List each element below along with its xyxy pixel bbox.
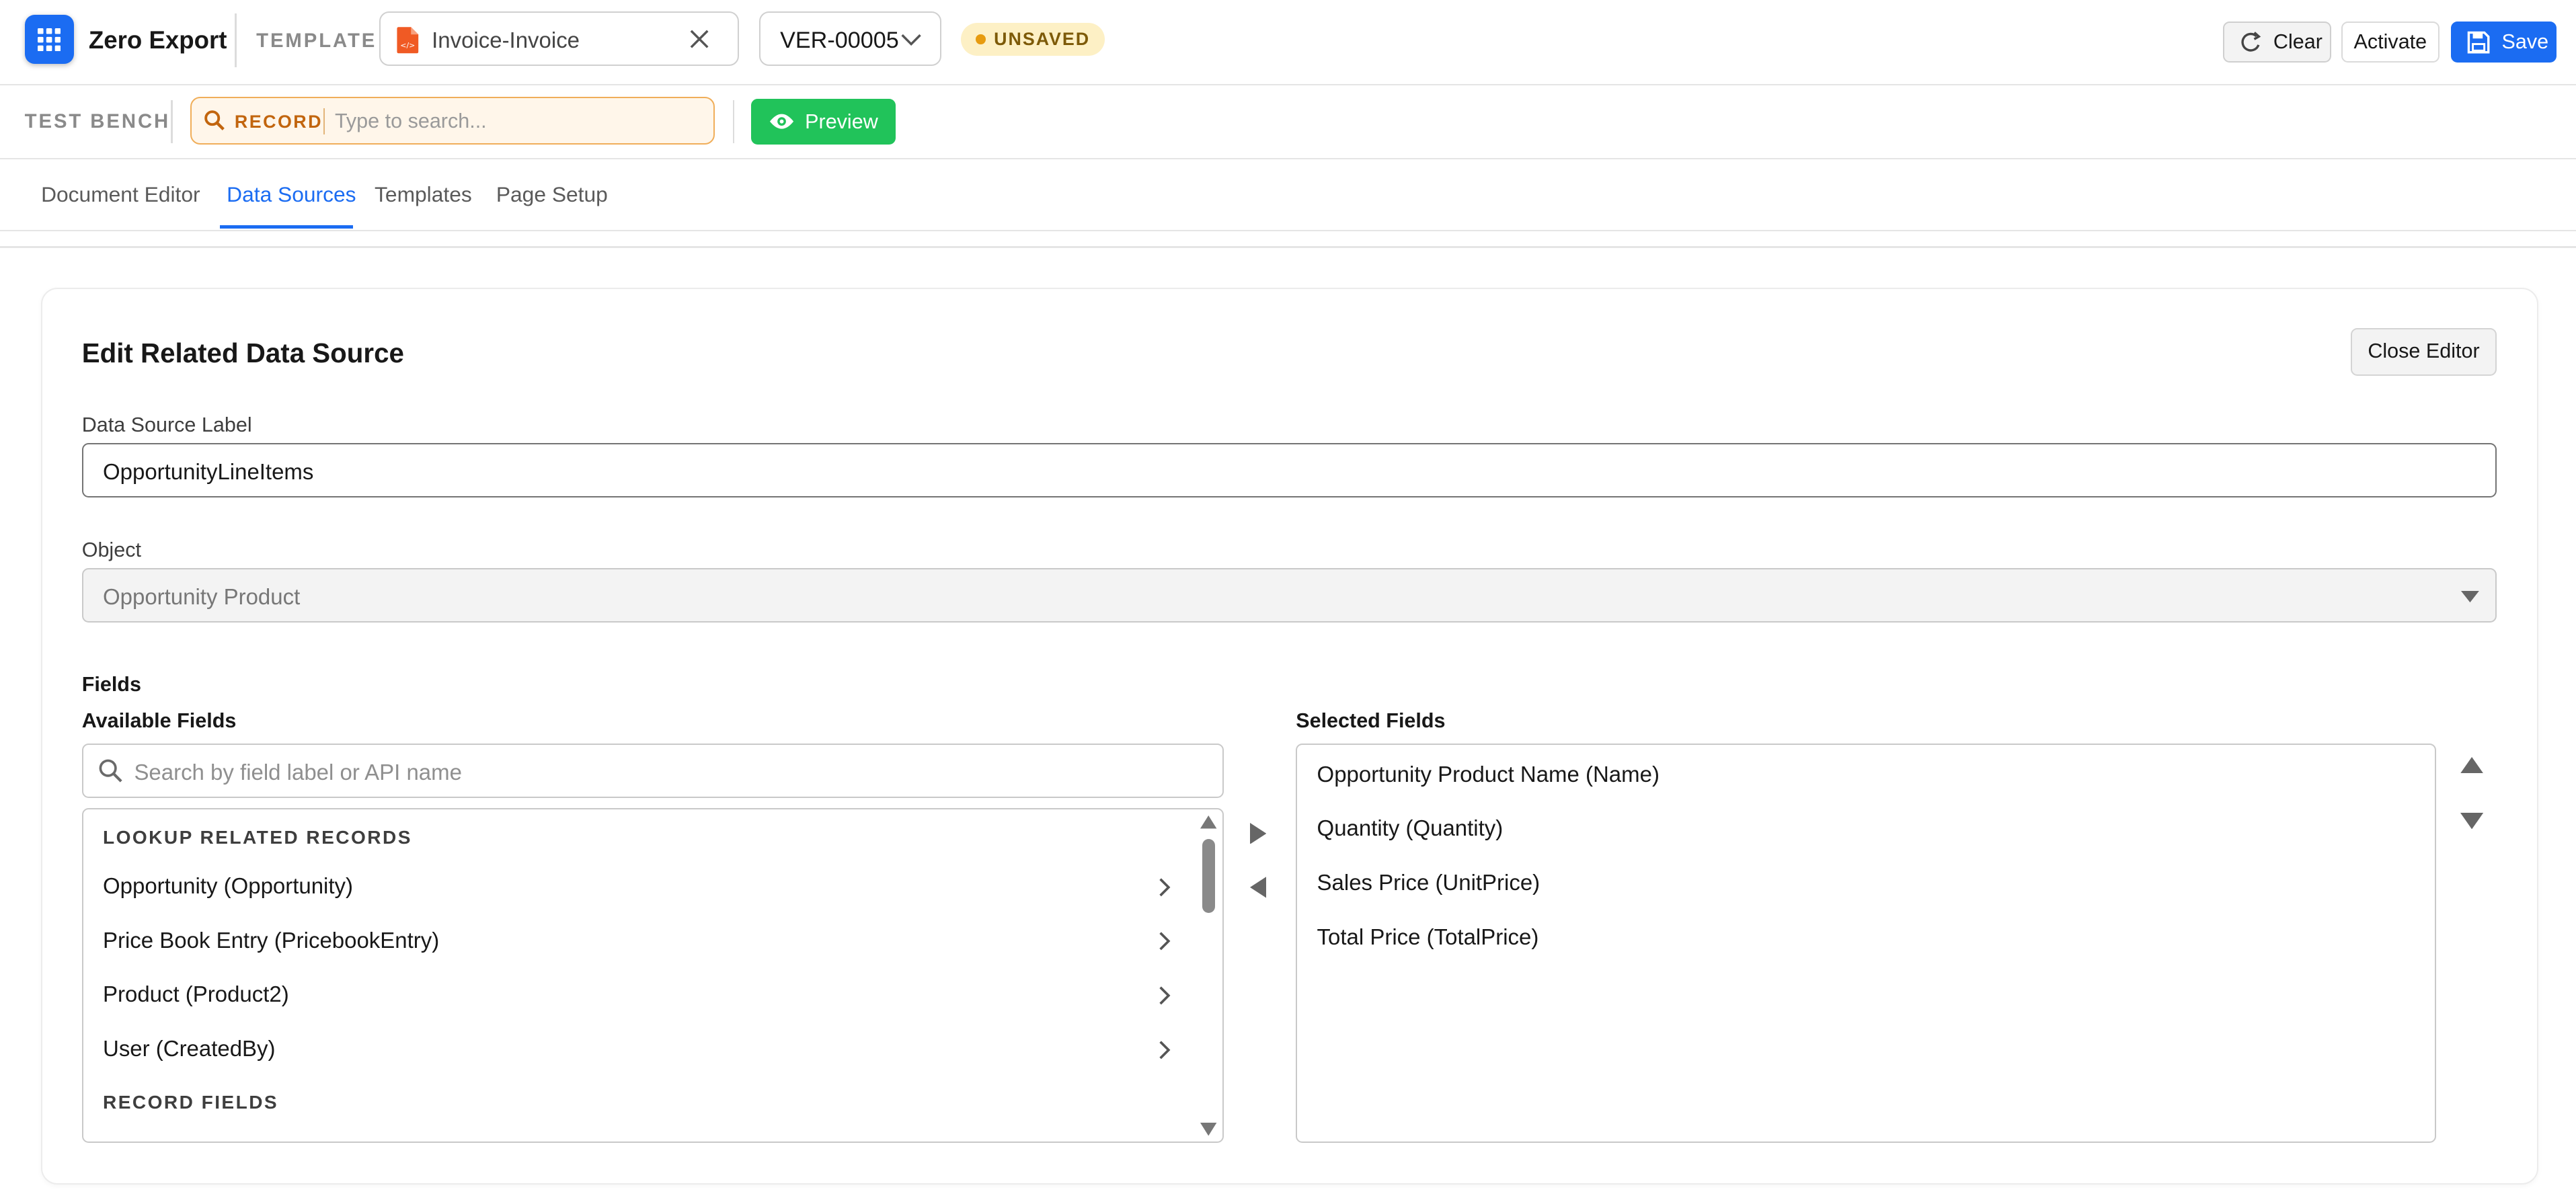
divider [235,13,237,68]
test-bench-bar: TEST BENCH RECORD Type to search... Prev… [0,85,2576,159]
divider [0,246,2576,248]
divider [732,100,735,143]
clear-button[interactable]: Clear [2222,21,2331,63]
close-editor-button[interactable]: Close Editor [2350,328,2497,376]
scrollbar-thumb[interactable] [1202,838,1216,913]
refresh-icon [2241,32,2261,52]
clear-label: Clear [2273,30,2323,53]
list-item[interactable]: Total Price (TotalPrice) [1317,924,1539,950]
app-name: Zero Export [88,26,227,54]
top-bar: Zero Export TEMPLATE </> Invoice-Invoice… [0,0,2576,85]
close-icon[interactable] [688,28,711,50]
activate-button[interactable]: Activate [2341,21,2440,63]
list-item[interactable]: Product (Product2) [103,982,289,1007]
tab-templates[interactable]: Templates [375,182,472,207]
chevron-right-icon[interactable] [1158,930,1171,952]
section-lookup-related-records: LOOKUP RELATED RECORDS [103,827,412,848]
data-source-label-input[interactable]: OpportunityLineItems [81,443,2497,497]
version-label: VER-00005 [780,28,899,54]
field-search-placeholder: Search by field label or API name [134,760,462,785]
move-down-icon[interactable] [2460,812,2484,830]
chevron-right-icon[interactable] [1158,1039,1171,1061]
object-label: Object [81,538,141,561]
list-item[interactable]: Opportunity Product Name (Name) [1317,762,1660,787]
selected-fields-list[interactable]: Opportunity Product Name (Name) Quantity… [1296,744,2436,1143]
search-icon [99,759,122,783]
move-up-icon[interactable] [2460,756,2484,774]
template-selector[interactable]: </> Invoice-Invoice [379,11,740,66]
active-tab-indicator [220,225,354,229]
template-label: TEMPLATE [256,29,377,52]
tab-data-sources[interactable]: Data Sources [227,182,356,207]
status-badge: UNSAVED [961,23,1105,56]
list-item[interactable]: Sales Price (UnitPrice) [1317,870,1540,895]
data-source-label-label: Data Source Label [81,413,252,437]
available-fields-heading: Available Fields [81,709,237,732]
html-file-icon: </> [397,26,419,53]
chevron-right-icon[interactable] [1158,985,1171,1006]
field-search-input[interactable]: Search by field label or API name [81,744,1224,798]
list-item[interactable]: User (CreatedBy) [103,1036,276,1062]
fields-heading: Fields [81,673,141,696]
status-text: UNSAVED [994,29,1091,50]
caret-down-icon [2460,590,2479,602]
scroll-down-icon[interactable] [1200,1123,1217,1136]
move-left-icon[interactable] [1249,877,1267,898]
list-item[interactable]: Opportunity (Opportunity) [103,873,353,899]
version-selector[interactable]: VER-00005 [758,11,941,66]
record-search-placeholder: Type to search... [334,110,487,133]
divider [323,108,325,134]
record-search-input[interactable]: RECORD Type to search... [190,97,715,145]
eye-icon [770,114,794,129]
object-select-value: Opportunity Product [103,584,301,609]
search-icon [204,110,225,131]
data-source-editor-card: Edit Related Data Source Close Editor Da… [41,287,2538,1185]
chevron-down-icon [901,34,922,46]
object-select[interactable]: Opportunity Product [81,567,2497,623]
chevron-right-icon[interactable] [1158,877,1171,898]
floppy-disk-icon [2467,31,2490,54]
template-name: Invoice-Invoice [432,28,580,53]
svg-text:</>: </> [401,40,416,49]
tab-page-setup[interactable]: Page Setup [496,182,608,207]
tab-document-editor[interactable]: Document Editor [41,182,200,207]
app-launcher-button[interactable] [24,14,74,65]
editor-title: Edit Related Data Source [81,337,404,368]
move-right-icon[interactable] [1249,822,1267,844]
section-record-fields: RECORD FIELDS [103,1091,279,1113]
tab-bar: Document Editor Data Sources Templates P… [0,159,2576,232]
scroll-up-icon[interactable] [1200,815,1217,829]
app-grid-icon [38,28,61,51]
preview-button[interactable]: Preview [750,98,896,145]
save-button[interactable]: Save [2451,21,2557,63]
divider [171,100,173,143]
status-dot-icon [976,34,986,44]
list-item[interactable]: Quantity (Quantity) [1317,815,1504,841]
record-tag: RECORD [234,111,323,132]
selected-fields-heading: Selected Fields [1296,709,1446,732]
test-bench-label: TEST BENCH [24,110,171,132]
available-fields-list[interactable]: LOOKUP RELATED RECORDS Opportunity (Oppo… [81,807,1224,1143]
list-item[interactable]: Price Book Entry (PricebookEntry) [103,928,439,953]
preview-label: Preview [805,110,878,133]
save-label: Save [2501,30,2549,53]
